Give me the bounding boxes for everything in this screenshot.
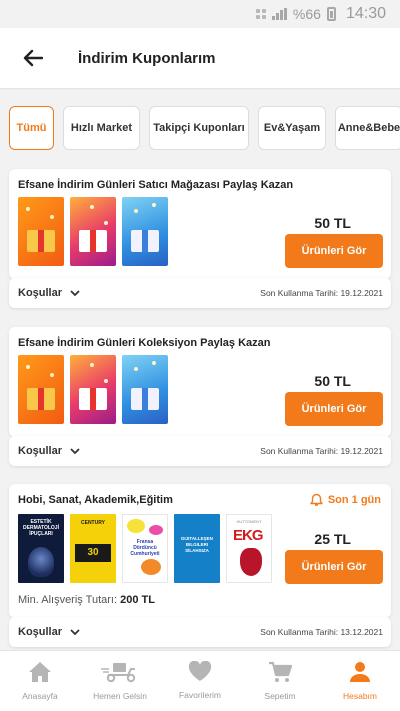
nav-label: Favorilerim: [178, 690, 222, 700]
book-cover-image: DIJITALLEŞEN BILGILERI SİLAHSIZA: [174, 514, 220, 583]
view-products-button[interactable]: Ürünleri Gör: [285, 234, 383, 268]
data-transfer-icon: [255, 9, 266, 19]
coupon-images: [18, 355, 168, 424]
gift-image: [122, 197, 168, 266]
nav-account[interactable]: Hesabım: [320, 651, 400, 711]
bottom-navigation: Anasayfa Hemen Gelsin Favorilerim Sepeti…: [0, 650, 400, 711]
conditions-label: Koşullar: [18, 287, 63, 299]
conditions-label: Koşullar: [18, 445, 63, 457]
nav-cart[interactable]: Sepetim: [240, 651, 320, 711]
book-cover-image: CENTURY 30: [70, 514, 116, 583]
bell-icon: [310, 493, 323, 506]
min-spend-value: 200 TL: [120, 594, 155, 606]
back-arrow-icon[interactable]: [18, 43, 48, 73]
min-spend-label: Min. Alışveriş Tutarı:: [18, 594, 118, 606]
coupon-card: Efsane İndirim Günleri Satıcı Mağazası P…: [9, 169, 391, 279]
chevron-down-icon: [70, 289, 80, 296]
coupon-card: Efsane İndirim Günleri Koleksiyon Paylaş…: [9, 327, 391, 437]
book-cover-text: Fransa Dördüncü Cumhuriyeti: [130, 539, 160, 557]
page-title: İndirim Kuponlarım: [78, 49, 216, 67]
coupon-title: Efsane İndirim Günleri Koleksiyon Paylaş…: [18, 337, 271, 349]
conditions-label: Koşullar: [18, 626, 63, 638]
last-use-date: Son Kullanma Tarihi: 19.12.2021: [260, 288, 383, 298]
status-bar: %66 14:30: [0, 0, 400, 28]
expiry-badge-text: Son 1 gün: [327, 494, 381, 506]
chevron-down-icon: [70, 447, 80, 454]
clock: 14:30: [345, 5, 386, 22]
coupon-images: ESTETİK DERMATOLOJİ İPUÇLARI CENTURY 30 F…: [18, 514, 272, 583]
coupon-amount: 50 TL: [314, 215, 351, 231]
nav-label: Sepetim: [264, 691, 296, 701]
user-icon: [350, 662, 370, 682]
nav-label: Anasayfa: [22, 691, 58, 701]
app-bar: İndirim Kuponlarım: [0, 28, 400, 88]
heart-icon: [188, 661, 212, 681]
book-cover-number: 30: [75, 544, 111, 562]
book-cover-image: Fransa Dördüncü Cumhuriyeti: [122, 514, 168, 583]
coupon-amount: 50 TL: [314, 373, 351, 389]
book-cover-text: HUTTOMENT: [236, 519, 262, 524]
nav-favorites[interactable]: Favorilerim: [160, 651, 240, 711]
book-cover-text: DIJITALLEŞEN BILGILERI SİLAHSIZA: [181, 536, 213, 553]
coupon-title: Hobi, Sanat, Akademik,Eğitim: [18, 494, 173, 506]
filter-chip-takipci-kuponlari[interactable]: Takipçi Kuponları: [149, 106, 249, 150]
chevron-down-icon: [70, 628, 80, 635]
nav-label: Hesabım: [342, 691, 377, 701]
home-icon: [29, 662, 51, 682]
filter-chips: Tümü Hızlı Market Takipçi Kuponları Ev&Y…: [0, 106, 400, 152]
conditions-toggle[interactable]: Koşullar: [18, 626, 80, 638]
conditions-toggle[interactable]: Koşullar: [18, 445, 80, 457]
signal-icon: [271, 8, 287, 20]
expiry-badge: Son 1 gün: [310, 493, 381, 507]
nav-label: Hemen Gelsin: [93, 691, 147, 701]
last-use-date: Son Kullanma Tarihi: 13.12.2021: [260, 627, 383, 637]
battery-icon: [326, 7, 336, 21]
cart-icon: [269, 661, 292, 682]
view-products-button[interactable]: Ürünleri Gör: [285, 392, 383, 426]
scooter-icon: [101, 663, 136, 683]
book-cover-text: ESTETİK DERMATOLOJİ İPUÇLARI: [23, 519, 59, 537]
coupon-title: Efsane İndirim Günleri Satıcı Mağazası P…: [18, 179, 294, 191]
gift-image: [18, 355, 64, 424]
gift-image: [18, 197, 64, 266]
filter-chip-hizli-market[interactable]: Hızlı Market: [63, 106, 140, 150]
nav-home[interactable]: Anasayfa: [0, 651, 80, 711]
coupon-footer: Koşullar Son Kullanma Tarihi: 19.12.2021: [9, 278, 391, 308]
gift-image: [70, 197, 116, 266]
filter-chip-all[interactable]: Tümü: [9, 106, 54, 150]
battery-percent: %66: [292, 6, 321, 22]
coupon-footer: Koşullar Son Kullanma Tarihi: 13.12.2021: [9, 617, 391, 647]
conditions-toggle[interactable]: Koşullar: [18, 287, 80, 299]
coupon-card: Hobi, Sanat, Akademik,Eğitim Son 1 gün E…: [9, 484, 391, 618]
book-cover-image: ESTETİK DERMATOLOJİ İPUÇLARI: [18, 514, 64, 583]
gift-image: [70, 355, 116, 424]
coupon-images: [18, 197, 168, 266]
min-spend: Min. Alışveriş Tutarı: 200 TL: [18, 594, 155, 606]
book-cover-image: HUTTOMENT EKG: [226, 514, 272, 583]
view-products-button[interactable]: Ürünleri Gör: [285, 550, 383, 584]
book-cover-title: EKG: [233, 527, 263, 544]
filter-chip-anne-bebe[interactable]: Anne&Bebe: [335, 106, 400, 150]
book-cover-text: CENTURY: [81, 520, 105, 526]
last-use-date: Son Kullanma Tarihi: 19.12.2021: [260, 446, 383, 456]
coupon-footer: Koşullar Son Kullanma Tarihi: 19.12.2021: [9, 436, 391, 466]
gift-image: [122, 355, 168, 424]
nav-hemen-gelsin[interactable]: Hemen Gelsin: [80, 651, 160, 711]
filter-chip-ev-yasam[interactable]: Ev&Yaşam: [258, 106, 326, 150]
coupon-amount: 25 TL: [314, 531, 351, 547]
